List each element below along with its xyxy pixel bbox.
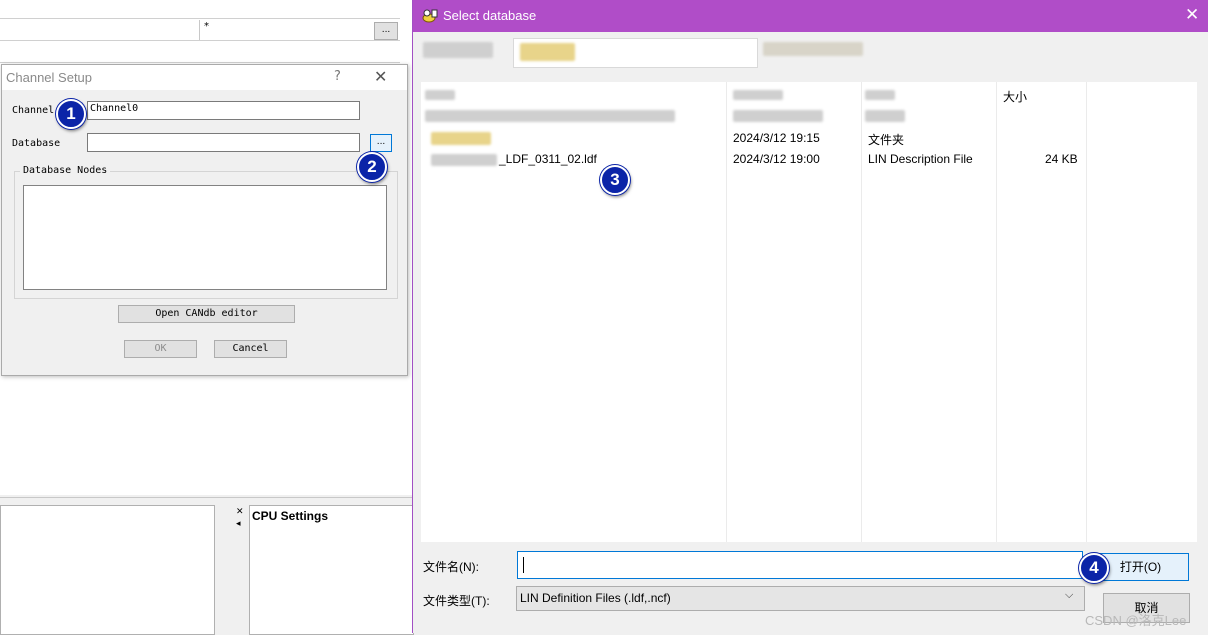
row-size: 24 KB	[1045, 152, 1078, 166]
row-type: LIN Description File	[868, 152, 973, 166]
filename-input[interactable]	[517, 551, 1083, 579]
select-database-dialog: Select database ✕ 大小 2024/3/12 19:15 文件夹…	[412, 0, 1208, 633]
watermark: CSDN @洛克Lee	[1085, 613, 1187, 628]
database-nodes-label: Database Nodes	[20, 165, 111, 176]
annotation-badge: 3	[600, 165, 630, 195]
filename-label: 文件名(N):	[423, 560, 479, 574]
background-row	[0, 0, 400, 19]
folder-icon	[520, 43, 575, 61]
column-header-name[interactable]	[425, 90, 455, 100]
ok-button[interactable]: OK	[124, 340, 197, 358]
database-label: Database	[12, 138, 61, 149]
close-icon[interactable]: ✕	[374, 67, 387, 86]
column-header-date[interactable]	[733, 90, 783, 100]
pane-splitter[interactable]: ✕ ◂	[230, 505, 244, 633]
file-icon	[431, 154, 497, 166]
cpu-settings-title: CPU Settings	[252, 509, 329, 523]
blurred-row	[733, 110, 823, 122]
column-header-size[interactable]: 大小	[1003, 88, 1027, 105]
channel-name-input[interactable]: Channel0	[87, 101, 360, 120]
annotation-badge: 4	[1079, 553, 1109, 583]
folder-icon	[431, 132, 491, 145]
filetype-select[interactable]: LIN Definition Files (.ldf,.ncf)	[516, 586, 1085, 611]
help-icon[interactable]: ?	[334, 69, 341, 84]
row-date: 2024/3/12 19:15	[733, 131, 820, 145]
annotation-badge: 2	[357, 152, 387, 182]
database-path-input[interactable]	[87, 133, 360, 152]
background-row	[0, 42, 400, 63]
cpu-settings-pane	[249, 505, 414, 635]
close-icon[interactable]: ✕	[1185, 5, 1199, 25]
left-bottom-pane	[0, 505, 215, 635]
row-value: *	[204, 21, 209, 32]
dialog-title: Channel Setup	[6, 70, 93, 85]
chevron-down-icon[interactable]: ⌵	[1065, 588, 1073, 602]
blurred-row	[425, 110, 675, 122]
background-browse-button[interactable]: ...	[374, 22, 398, 40]
list-item[interactable]: 2024/3/12 19:15 文件夹	[421, 130, 1197, 148]
open-candb-editor-button[interactable]: Open CANdb editor	[118, 305, 295, 323]
database-nodes-list[interactable]	[23, 185, 387, 290]
channel-label: Channel	[12, 105, 55, 116]
browse-database-button[interactable]: ...	[370, 134, 392, 152]
row-type: 文件夹	[868, 133, 905, 147]
blurred-row	[865, 110, 905, 122]
row-date: 2024/3/12 19:00	[733, 152, 820, 166]
annotation-badge: 1	[56, 99, 86, 129]
collapse-icon[interactable]: ✕	[236, 507, 244, 517]
list-item[interactable]: _LDF_0311_02.ldf 2024/3/12 19:00 LIN Des…	[421, 151, 1197, 169]
navigation-buttons[interactable]	[423, 42, 493, 58]
text-caret	[523, 557, 524, 573]
toolbar-icons[interactable]	[763, 42, 863, 56]
background-row: *	[0, 20, 400, 41]
dialog-title-bar[interactable]: Channel Setup ? ✕	[2, 65, 407, 90]
cancel-button[interactable]: Cancel	[214, 340, 287, 358]
arrow-left-icon[interactable]: ◂	[236, 519, 241, 529]
column-header-type[interactable]	[865, 90, 895, 100]
database-app-icon	[421, 7, 438, 23]
column-divider	[199, 20, 200, 40]
filetype-label: 文件类型(T):	[423, 594, 490, 608]
address-bar[interactable]	[513, 38, 758, 68]
dialog-title-bar[interactable]: Select database ✕	[413, 0, 1208, 32]
row-name: _LDF_0311_02.ldf	[499, 152, 597, 166]
dialog-title: Select database	[443, 8, 537, 23]
